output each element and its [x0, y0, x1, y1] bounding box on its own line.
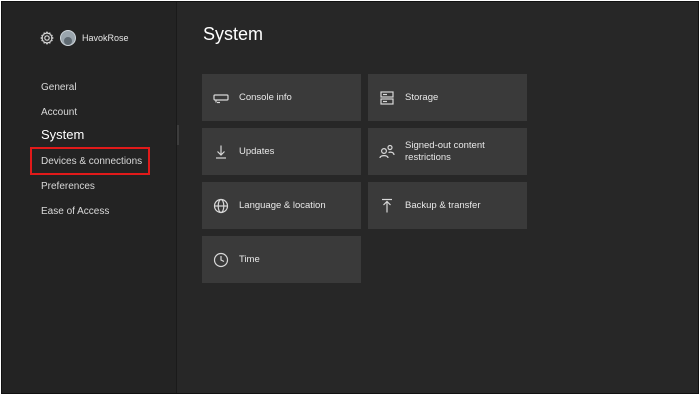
profile[interactable]: HavokRose [40, 29, 129, 47]
sidebar-item-general[interactable]: General [41, 82, 77, 93]
download-icon [216, 145, 226, 159]
tile-label: Updates [239, 145, 275, 157]
tile-updates[interactable]: Updates [202, 128, 361, 175]
gamertag: HavokRose [82, 33, 129, 43]
tile-storage[interactable]: Storage [368, 74, 527, 121]
people-restrictions-icon [379, 144, 395, 158]
highlight-annotation-box [30, 147, 150, 175]
tile-time[interactable]: Time [202, 236, 361, 283]
storage-icon [380, 90, 394, 105]
clock-icon [213, 252, 229, 267]
page-title: System [203, 24, 264, 44]
tile-backup-transfer[interactable]: Backup & transfer [368, 182, 527, 229]
tile-label: Time [239, 253, 260, 265]
tile-label: Language & location [239, 199, 326, 211]
tile-language-location[interactable]: Language & location [202, 182, 361, 229]
settings-screen: HavokRose General Account System Devices… [1, 1, 699, 394]
focus-indicator [177, 125, 179, 145]
sidebar-item-ease-of-access[interactable]: Ease of Access [41, 206, 109, 217]
tile-console-info[interactable]: Console info [202, 74, 361, 121]
sidebar-item-system[interactable]: System [41, 127, 84, 142]
upload-icon [382, 198, 392, 212]
tile-signed-out-content-restrictions[interactable]: Signed-out content restrictions [368, 128, 527, 175]
tile-label: Backup & transfer [405, 199, 481, 211]
tile-label: Signed-out content restrictions [405, 139, 485, 163]
tile-label: Console info [239, 91, 292, 103]
gear-icon[interactable] [40, 31, 54, 45]
sidebar: HavokRose General Account System Devices… [2, 2, 177, 393]
console-icon [213, 93, 229, 103]
globe-icon [213, 198, 229, 213]
sidebar-item-preferences[interactable]: Preferences [41, 181, 95, 192]
sidebar-item-account[interactable]: Account [41, 107, 77, 118]
tile-label: Storage [405, 91, 439, 103]
avatar[interactable] [60, 30, 76, 46]
